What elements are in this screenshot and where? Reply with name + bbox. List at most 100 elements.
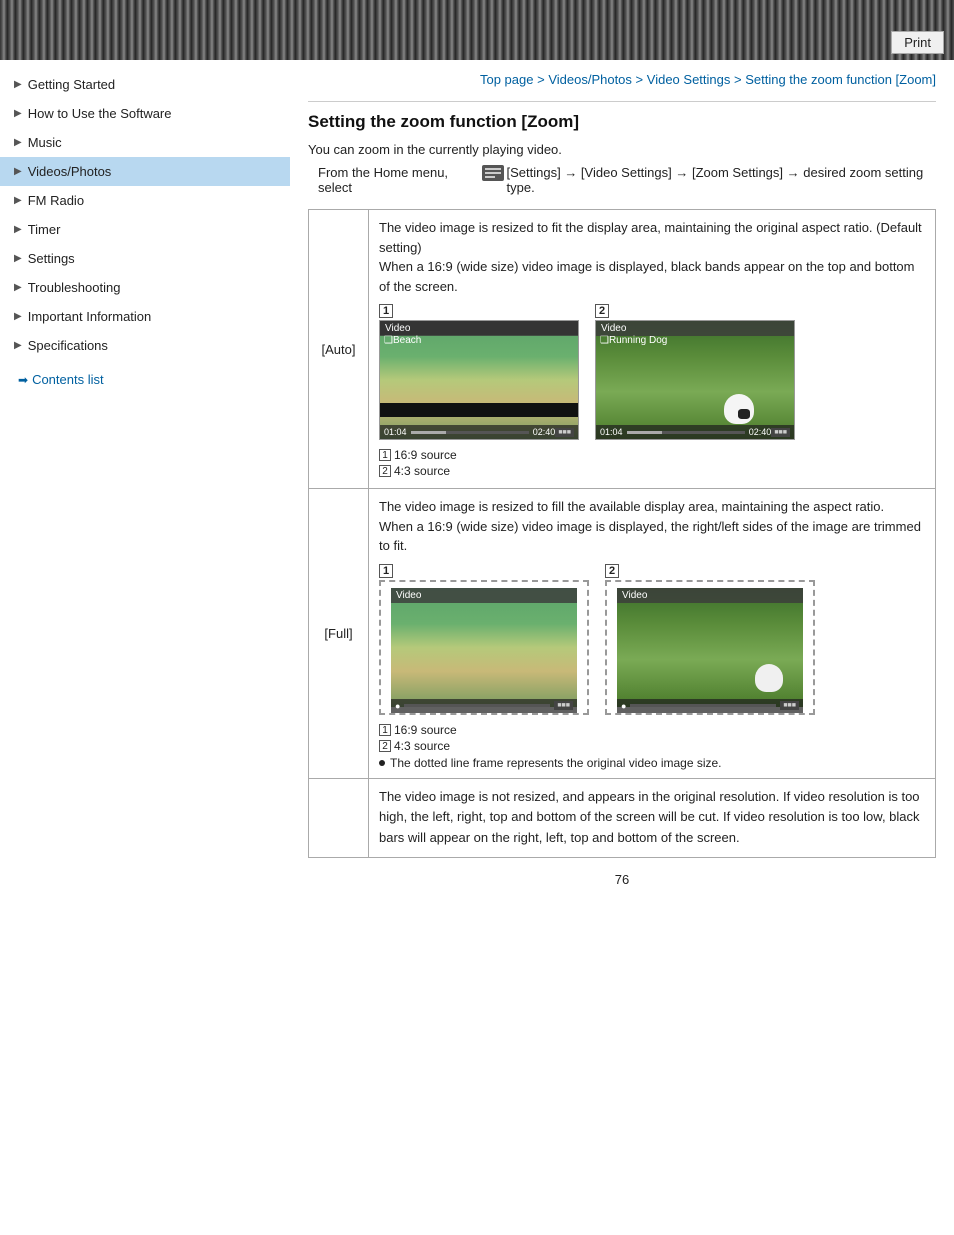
full-thumb1: Video ● ■■■	[379, 580, 589, 715]
breadcrumb: Top page > Videos/Photos > Video Setting…	[308, 60, 936, 95]
full-video-header2: Video	[617, 588, 803, 603]
settings-icon	[482, 165, 504, 181]
full-footer1: ● ■■■	[391, 699, 577, 713]
full-video-title: Video	[396, 590, 421, 601]
sidebar-item-label: How to Use the Software	[28, 106, 172, 121]
page-title: Setting the zoom function [Zoom]	[308, 112, 936, 132]
src-num-2: 2	[379, 465, 391, 477]
sidebar-item-timer[interactable]: ▶ Timer	[0, 215, 290, 244]
full-src-num-1: 1	[379, 724, 391, 736]
full-progress2	[630, 704, 776, 707]
video-title2: Video	[601, 323, 626, 334]
full-desc1: The video image is resized to fill the a…	[379, 497, 925, 556]
header-bar: Print	[0, 0, 954, 60]
last-content: The video image is not resized, and appe…	[369, 778, 936, 857]
intro-text: You can zoom in the currently playing vi…	[308, 142, 936, 157]
dog-spot	[738, 409, 750, 419]
src-text-1: 16:9 source	[394, 448, 457, 462]
sidebar-item-getting-started[interactable]: ▶ Getting Started	[0, 70, 290, 99]
page-number: 76	[308, 872, 936, 887]
full-content: The video image is resized to fill the a…	[369, 489, 936, 779]
thumb1-wrap: 1 Video ❑Beach	[379, 304, 579, 440]
inner-img1: Video	[391, 588, 577, 707]
src-num-1: 1	[379, 449, 391, 461]
breadcrumb-zoom[interactable]: Setting the zoom function [Zoom]	[745, 72, 936, 87]
quality-badge: ■■■	[555, 428, 574, 437]
full-badge: ■■■	[554, 701, 573, 710]
sidebar-item-label: FM Radio	[28, 193, 84, 208]
full-src-label-2: 2 4:3 source	[379, 739, 925, 753]
progress-bar2	[627, 431, 745, 434]
thumb2-number: 2	[595, 304, 609, 318]
src-label-1: 1 16:9 source	[379, 448, 925, 462]
sidebar-item-troubleshooting[interactable]: ▶ Troubleshooting	[0, 273, 290, 302]
print-button[interactable]: Print	[891, 31, 944, 54]
beach-label: ❑Beach	[384, 335, 421, 346]
sidebar-item-label: Timer	[28, 222, 61, 237]
thumb2-video: Video ❑Running Dog 01:04 02:40	[595, 320, 795, 440]
chevron-right-icon: ▶	[14, 253, 22, 264]
full-src-label-1: 1 16:9 source	[379, 723, 925, 737]
video-header2: Video	[596, 321, 794, 336]
sidebar: ▶ Getting Started ▶ How to Use the Softw…	[0, 60, 290, 1235]
thumb2-wrap: 2 Video ❑Running Dog	[595, 304, 795, 440]
full-dog-body	[755, 664, 783, 692]
chevron-right-icon: ▶	[14, 311, 22, 322]
breadcrumb-videos-photos[interactable]: Videos/Photos	[548, 72, 632, 87]
full-footer2: ● ■■■	[617, 699, 803, 713]
chevron-right-icon: ▶	[14, 137, 22, 148]
breadcrumb-top-page[interactable]: Top page	[480, 72, 534, 87]
full-src-num-2: 2	[379, 740, 391, 752]
full-thumb2-wrap: 2 Video	[605, 564, 815, 715]
time-start2: 01:04	[600, 427, 623, 437]
quality-badge2: ■■■	[771, 428, 790, 437]
contents-list-link[interactable]: ➡ Contents list	[0, 360, 290, 387]
table-row-full: [Full] The video image is resized to fil…	[309, 489, 936, 779]
sidebar-item-videos-photos[interactable]: ▶ Videos/Photos	[0, 157, 290, 186]
instruction-row: From the Home menu, select [Settings] → …	[308, 165, 936, 195]
full-thumb2: Video ● ■■■	[605, 580, 815, 715]
inner-img2: Video	[617, 588, 803, 707]
bullet-icon	[379, 760, 385, 766]
full-video-header: Video	[391, 588, 577, 603]
sidebar-item-label: Getting Started	[28, 77, 115, 92]
full-thumbnails: 1 Video	[379, 564, 925, 715]
time-start: 01:04	[384, 427, 407, 437]
src-label-2: 2 4:3 source	[379, 464, 925, 478]
chevron-right-icon: ▶	[14, 79, 22, 90]
black-band-bottom	[380, 403, 578, 417]
full-badge2: ■■■	[780, 701, 799, 710]
sidebar-item-important-information[interactable]: ▶ Important Information	[0, 302, 290, 331]
full-source-labels: 1 16:9 source 2 4:3 source The dotted li…	[379, 723, 925, 770]
progress-bar	[411, 431, 529, 434]
auto-label: [Auto]	[309, 210, 369, 489]
sidebar-item-fm-radio[interactable]: ▶ FM Radio	[0, 186, 290, 215]
main-layout: ▶ Getting Started ▶ How to Use the Softw…	[0, 60, 954, 1235]
progress-fill	[411, 431, 446, 434]
chevron-right-icon: ▶	[14, 340, 22, 351]
breadcrumb-video-settings[interactable]: Video Settings	[647, 72, 731, 87]
chevron-right-icon: ▶	[14, 224, 22, 235]
full-label: [Full]	[309, 489, 369, 779]
sidebar-item-label: Troubleshooting	[28, 280, 121, 295]
video-footer: 01:04 02:40 ■■■	[380, 425, 578, 439]
src-text-2: 4:3 source	[394, 464, 450, 478]
sidebar-item-settings[interactable]: ▶ Settings	[0, 244, 290, 273]
video-header: Video	[380, 321, 578, 336]
sidebar-item-specifications[interactable]: ▶ Specifications	[0, 331, 290, 360]
last-label	[309, 778, 369, 857]
sidebar-item-how-to-use[interactable]: ▶ How to Use the Software	[0, 99, 290, 128]
video-title: Video	[385, 323, 410, 334]
auto-source-labels: 1 16:9 source 2 4:3 source	[379, 448, 925, 478]
sidebar-item-label: Specifications	[28, 338, 108, 353]
full-time2: ●	[621, 701, 626, 711]
full-bullet-text: The dotted line frame represents the ori…	[390, 756, 722, 770]
zoom-table: [Auto] The video image is resized to fit…	[308, 209, 936, 858]
full-time: ●	[395, 701, 400, 711]
chevron-right-icon: ▶	[14, 195, 22, 206]
full-src-text-1: 16:9 source	[394, 723, 457, 737]
divider	[308, 101, 936, 102]
sidebar-item-music[interactable]: ▶ Music	[0, 128, 290, 157]
auto-desc1: The video image is resized to fit the di…	[379, 218, 925, 296]
full-video-title2: Video	[622, 590, 647, 601]
